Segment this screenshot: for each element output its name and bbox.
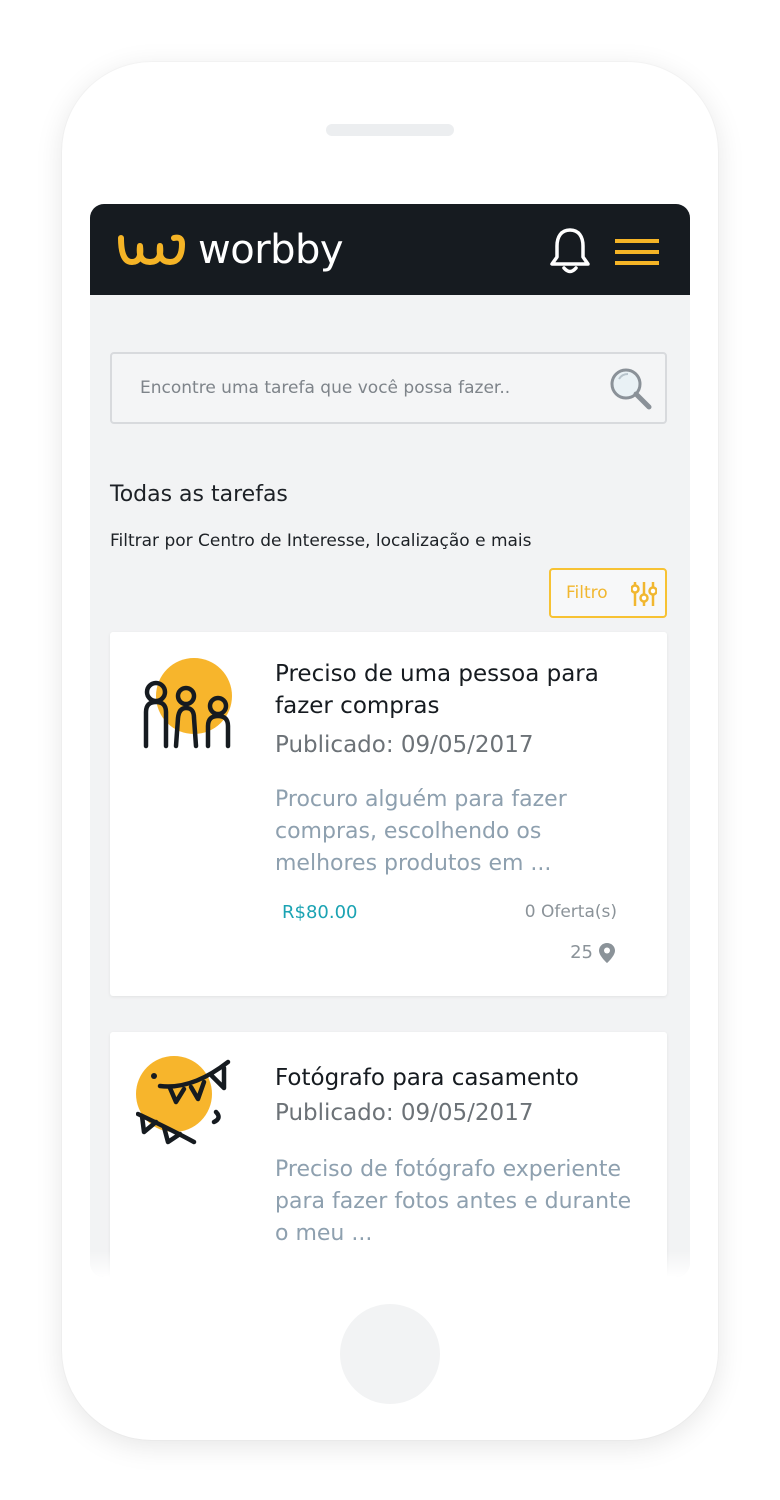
location-pin-icon [599, 942, 615, 963]
brand-logo[interactable]: worbby [116, 227, 344, 273]
task-offers: 0 Oferta(s) [524, 902, 617, 922]
people-group-icon [143, 658, 232, 749]
task-distance-value: 25 [570, 942, 593, 963]
hamburger-menu-icon[interactable] [615, 238, 659, 266]
task-description: Procuro alguém para fazer compras, escol… [275, 787, 567, 876]
bell-icon[interactable] [548, 226, 592, 276]
logo-mark-icon [118, 234, 185, 265]
section-title: Todas as tarefas [110, 482, 288, 507]
task-date: Publicado: 09/05/2017 [275, 1100, 534, 1126]
task-description: Preciso de fotógrafo experiente para faz… [275, 1157, 632, 1246]
search-box [110, 352, 667, 424]
brand-name: worbby [198, 227, 344, 273]
task-title[interactable]: Preciso de uma pessoa para fazer compras [275, 658, 645, 722]
task-card[interactable]: Fotógrafo para casamento Publicado: 09/0… [110, 1032, 667, 1277]
search-icon[interactable] [606, 364, 656, 414]
party-bunting-icon [136, 1056, 231, 1145]
phone-home-button[interactable] [340, 1304, 440, 1404]
task-price: R$80.00 [282, 902, 358, 923]
phone-speaker [326, 124, 454, 136]
scroll-fade [90, 1251, 690, 1277]
app-screen: worbby Todas as tarefas Filtrar por Cent… [90, 204, 690, 1277]
search-input[interactable] [140, 354, 580, 422]
task-title[interactable]: Fotógrafo para casamento [275, 1062, 645, 1094]
task-card[interactable]: Preciso de uma pessoa para fazer compras… [110, 632, 667, 996]
task-distance: 25 [570, 942, 615, 963]
filter-label: Filtro [566, 583, 608, 603]
filter-button[interactable]: Filtro [549, 568, 667, 618]
task-date: Publicado: 09/05/2017 [275, 732, 534, 758]
section-subtitle: Filtrar por Centro de Interesse, localiz… [110, 531, 532, 551]
app-header: worbby [90, 204, 690, 295]
sliders-icon [631, 582, 657, 606]
